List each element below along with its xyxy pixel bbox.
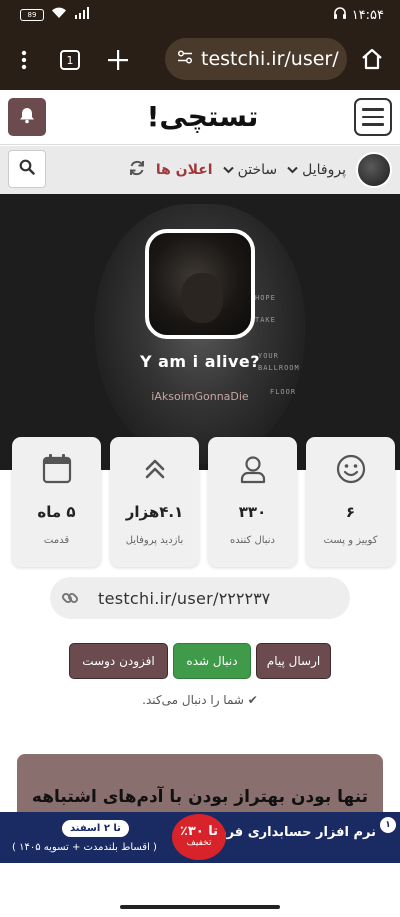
banner-word: TAKE <box>255 316 276 324</box>
site-logo[interactable]: تستچی! <box>140 100 265 136</box>
tab-switcher-button[interactable]: 1 <box>60 50 80 70</box>
follows-you-text: ✔ شما را دنبال می‌کند. <box>142 693 258 707</box>
status-icons-left: 89 <box>20 7 90 23</box>
link-icon <box>50 589 90 607</box>
address-bar[interactable]: testchi.ir/user/ <box>165 38 347 80</box>
clock-time: ۱۴:۵۴ <box>351 7 384 23</box>
send-message-button[interactable]: ارسال پیام <box>256 643 331 679</box>
gesture-bar[interactable] <box>120 905 280 909</box>
signal-icon <box>74 7 90 23</box>
hamburger-menu-icon[interactable] <box>354 98 392 136</box>
stat-value: ۴.۱هزار <box>125 503 184 521</box>
battery-level: 89 <box>27 10 37 19</box>
content-card-title: تنها بودن بهتراز بودن با آدم‌های اشتباهه <box>31 787 369 807</box>
banner-word: HOPE <box>255 294 276 302</box>
bell-icon <box>18 106 36 128</box>
headset-icon <box>333 6 347 24</box>
nav-item-profile[interactable]: پروفایل <box>287 162 346 178</box>
browser-menu-icon[interactable] <box>6 30 42 90</box>
site-settings-icon[interactable] <box>177 50 193 68</box>
status-icons-right: ۱۴:۵۴ <box>333 6 384 24</box>
ad-banner[interactable]: ۱ نرم افزار حسابداری فرداد تا ۳۰٪ تخفیف … <box>0 812 400 863</box>
url-text: testchi.ir/user/ <box>201 48 339 70</box>
user-icon <box>237 451 269 487</box>
notifications-button[interactable] <box>8 98 46 136</box>
stat-value: ۵ ماه <box>37 503 76 521</box>
profile-link[interactable]: testchi.ir/user/۲۲۲۲۳۷ <box>50 577 350 619</box>
chevrons-up-icon <box>142 451 168 487</box>
ad-subtitle: ( اقساط بلندمدت + تسویه ۱۴۰۵ ) <box>12 842 157 853</box>
search-button[interactable] <box>8 150 46 188</box>
profile-subtitle: iAksoimGonnaDie <box>151 390 249 403</box>
stat-card-followers[interactable]: ۳۳۰ دنبال کننده <box>208 437 297 567</box>
stat-label: بازدید پروفایل <box>125 535 184 546</box>
chevron-down-icon <box>222 164 234 177</box>
smile-icon <box>335 451 367 487</box>
stat-card-age[interactable]: ۵ ماه قدمت <box>12 437 101 567</box>
search-icon <box>19 159 35 179</box>
add-friend-button[interactable]: افزودن دوست <box>69 643 168 679</box>
system-status-bar: 89 ۱۴:۵۴ <box>0 0 400 30</box>
stat-value: ۶ <box>345 503 356 521</box>
new-tab-icon[interactable] <box>103 45 133 75</box>
ad-date: تا ۲ اسفند <box>62 820 129 837</box>
ad-discount-label: تخفیف <box>186 838 212 849</box>
profile-actions: افزودن دوست دنبال شده ارسال پیام <box>0 643 400 679</box>
stat-card-views[interactable]: ۴.۱هزار بازدید پروفایل <box>110 437 199 567</box>
stat-card-quizzes[interactable]: ۶ کوییز و پست <box>306 437 395 567</box>
stat-label: قدمت <box>43 535 70 546</box>
nav-item-label: اعلان ها <box>155 162 213 178</box>
nav-item-notifications[interactable]: اعلان ها <box>156 162 213 178</box>
stat-label: کوییز و پست <box>323 535 378 546</box>
stat-value: ۳۳۰ <box>238 503 267 521</box>
refresh-icon[interactable] <box>128 159 146 182</box>
ad-discount-badge: تا ۳۰٪ تخفیف <box>172 814 226 860</box>
home-icon[interactable] <box>358 45 386 73</box>
stat-label: دنبال کننده <box>229 535 276 546</box>
user-avatar[interactable] <box>356 152 392 188</box>
ad-discount-value: تا ۳۰٪ <box>179 824 219 840</box>
stats-row: ۶ کوییز و پست ۳۳۰ دنبال کننده ۴.۱هزار با… <box>6 437 395 567</box>
wifi-icon <box>51 7 67 23</box>
browser-toolbar: 1 testchi.ir/user/ <box>0 30 400 90</box>
chevron-down-icon <box>287 164 298 177</box>
nav-item-label: ساختن <box>237 162 278 178</box>
nav-item-label: پروفایل <box>302 162 346 178</box>
nav-bar: پروفایل ساختن اعلان ها <box>0 146 400 194</box>
following-button[interactable]: دنبال شده <box>173 643 251 679</box>
tab-count: 1 <box>66 53 74 67</box>
nav-item-create[interactable]: ساختن <box>222 162 278 178</box>
calendar-icon <box>41 451 73 487</box>
ad-title: نرم افزار حسابداری فرداد <box>208 825 376 840</box>
site-header: تستچی! <box>0 90 400 145</box>
nav-items: پروفایل ساختن اعلان ها <box>128 150 392 190</box>
profile-name: Y am i alive? <box>139 352 261 371</box>
profile-picture[interactable] <box>145 229 255 339</box>
ad-badge: ۱ <box>380 817 396 833</box>
profile-link-text: testchi.ir/user/۲۲۲۲۳۷ <box>98 588 271 608</box>
battery-icon: 89 <box>20 9 44 21</box>
